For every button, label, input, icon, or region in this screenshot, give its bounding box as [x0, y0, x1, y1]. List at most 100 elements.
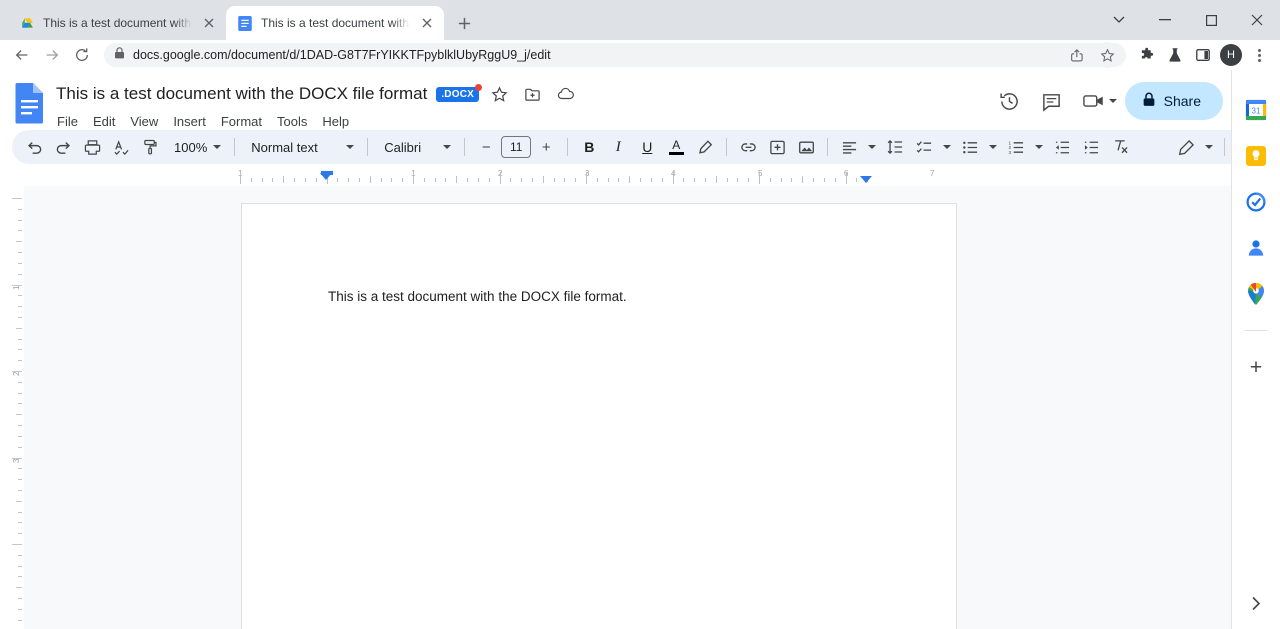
redo-icon[interactable]: [49, 133, 77, 161]
google-drive-icon: [19, 15, 35, 31]
video-camera-icon[interactable]: [1075, 82, 1113, 120]
bulleted-list-icon[interactable]: [956, 133, 984, 161]
italic-button[interactable]: I: [604, 133, 632, 161]
checklist-icon[interactable]: [910, 133, 938, 161]
close-icon[interactable]: [418, 14, 436, 32]
maximize-icon[interactable]: [1188, 0, 1234, 40]
three-dot-menu-icon[interactable]: [1246, 42, 1272, 68]
docx-format-badge[interactable]: .DOCX: [436, 83, 482, 102]
print-icon[interactable]: [78, 133, 106, 161]
close-icon[interactable]: [200, 14, 218, 32]
reload-icon[interactable]: [68, 41, 96, 69]
vertical-ruler-number: 2: [11, 371, 21, 376]
checklist-dropdown-caret[interactable]: [939, 133, 955, 161]
zoom-level-dropdown[interactable]: 100%: [165, 133, 227, 161]
link-icon[interactable]: [734, 133, 762, 161]
browser-profile-avatar[interactable]: H: [1218, 42, 1244, 68]
clear-formatting-icon[interactable]: [1106, 133, 1134, 161]
spellcheck-icon[interactable]: [107, 133, 135, 161]
share-this-page-icon[interactable]: [1064, 42, 1090, 68]
increase-indent-icon[interactable]: [1077, 133, 1105, 161]
google-apps-side-panel: 31 +: [1231, 70, 1280, 629]
new-tab-button[interactable]: [450, 9, 478, 37]
image-icon[interactable]: [792, 133, 820, 161]
lock-icon: [1142, 92, 1156, 110]
browser-tab-2[interactable]: This is a test document with the: [226, 6, 444, 40]
comment-icon[interactable]: [1033, 82, 1071, 120]
google-docs-app: This is a test document with the DOCX fi…: [0, 70, 1280, 629]
document-title[interactable]: This is a test document with the DOCX fi…: [56, 84, 427, 104]
browser-tab-1[interactable]: This is a test document with the: [8, 6, 226, 40]
chevron-down-icon: [443, 145, 452, 149]
expand-side-panel-chevron-right-icon[interactable]: [1242, 589, 1270, 617]
side-panel-icon[interactable]: [1190, 42, 1216, 68]
align-left-icon[interactable]: [835, 133, 863, 161]
bulleted-list-dropdown-caret[interactable]: [985, 133, 1001, 161]
numbered-list-dropdown-caret[interactable]: [1031, 133, 1047, 161]
add-on-plus-button[interactable]: +: [1244, 355, 1268, 379]
document-body-text[interactable]: This is a test document with the DOCX fi…: [328, 289, 627, 304]
toolbar-divider: [567, 138, 569, 156]
horizontal-ruler[interactable]: 1 1 2 3 4 5 6 7: [230, 169, 960, 186]
google-keep-icon[interactable]: [1244, 144, 1268, 168]
tab-strip: This is a test document with the This is…: [0, 0, 1280, 40]
editing-mode-dropdown-caret[interactable]: [1201, 133, 1217, 161]
increase-font-size-label: +: [541, 138, 551, 156]
share-button[interactable]: Share: [1124, 82, 1223, 120]
decrease-indent-icon[interactable]: [1048, 133, 1076, 161]
cloud-saved-icon[interactable]: [554, 82, 578, 106]
google-contacts-icon[interactable]: [1244, 236, 1268, 260]
google-docs-icon: [237, 15, 253, 31]
back-arrow-icon[interactable]: [8, 41, 36, 69]
move-to-folder-icon[interactable]: [521, 82, 545, 106]
font-size-input[interactable]: 11: [501, 136, 532, 158]
calendar-day-number: 31: [1252, 107, 1261, 116]
chevron-down-icon: [943, 145, 952, 149]
italic-label: I: [615, 138, 621, 155]
address-bar[interactable]: docs.google.com/document/d/1DAD-G8T7FrYI…: [104, 42, 1126, 68]
tab-search-icon[interactable]: [1096, 0, 1142, 40]
increase-font-size-button[interactable]: +: [532, 133, 560, 161]
line-spacing-icon[interactable]: [881, 133, 909, 161]
history-clock-icon[interactable]: [991, 82, 1029, 120]
google-maps-icon[interactable]: [1244, 282, 1268, 306]
align-dropdown-caret[interactable]: [864, 133, 880, 161]
font-family-dropdown[interactable]: Calibri: [375, 133, 457, 161]
star-icon[interactable]: [488, 82, 512, 106]
share-label: Share: [1163, 93, 1201, 109]
document-page[interactable]: This is a test document with the DOCX fi…: [242, 204, 956, 629]
bold-button[interactable]: B: [575, 133, 603, 161]
undo-icon[interactable]: [20, 133, 48, 161]
extensions-puzzle-icon[interactable]: [1134, 42, 1160, 68]
title-block: This is a test document with the DOCX fi…: [56, 80, 991, 133]
first-line-indent-marker[interactable]: [321, 171, 333, 175]
toolbar-divider: [367, 138, 369, 156]
close-icon[interactable]: [1234, 0, 1280, 40]
labs-flask-icon[interactable]: [1162, 42, 1188, 68]
decrease-font-size-button[interactable]: −: [472, 133, 500, 161]
meet-button[interactable]: [1075, 82, 1117, 120]
add-comment-icon[interactable]: [763, 133, 791, 161]
page-scroll-region[interactable]: This is a test document with the DOCX fi…: [24, 186, 1280, 629]
forward-arrow-icon[interactable]: [38, 41, 66, 69]
underline-label: U: [642, 139, 653, 155]
pencil-icon[interactable]: [1172, 133, 1200, 161]
text-color-button[interactable]: A: [662, 133, 690, 161]
highlight-pen-icon[interactable]: [691, 133, 719, 161]
google-docs-logo[interactable]: [14, 82, 50, 124]
docs-header: This is a test document with the DOCX fi…: [0, 70, 1280, 129]
chevron-down-icon[interactable]: [1108, 99, 1117, 103]
google-calendar-icon[interactable]: 31: [1244, 98, 1268, 122]
right-indent-marker[interactable]: [860, 176, 872, 183]
bookmark-star-icon[interactable]: [1094, 42, 1120, 68]
decrease-font-size-label: −: [481, 138, 491, 156]
paragraph-style-dropdown[interactable]: Normal text: [242, 133, 360, 161]
chevron-down-icon: [213, 145, 222, 149]
minimize-icon[interactable]: [1142, 0, 1188, 40]
vertical-ruler[interactable]: 1 2 3: [0, 186, 24, 629]
underline-button[interactable]: U: [633, 133, 661, 161]
chevron-down-icon: [1205, 145, 1213, 149]
numbered-list-icon[interactable]: 1 2 3: [1002, 133, 1030, 161]
paint-format-icon[interactable]: [136, 133, 164, 161]
google-tasks-icon[interactable]: [1244, 190, 1268, 214]
